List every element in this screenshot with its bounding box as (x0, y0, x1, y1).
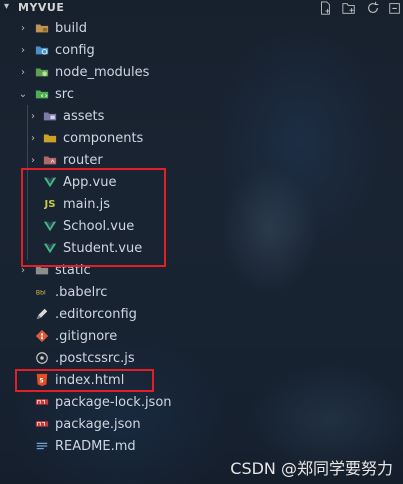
tree-item-assets[interactable]: › assets (0, 105, 403, 127)
tree-item-label: node_modules (55, 64, 150, 80)
folder-config-icon (34, 42, 50, 58)
tree-item-package-json[interactable]: package.json (0, 413, 403, 435)
chevron-right-icon[interactable]: › (27, 155, 39, 166)
explorer-header: ▾ MYVUE (0, 0, 403, 17)
chevron-down-icon[interactable]: ▾ (4, 1, 9, 12)
new-folder-icon[interactable] (341, 0, 357, 16)
tree-item-label: .editorconfig (55, 306, 137, 322)
tree-item-label: router (63, 152, 103, 168)
postcss-file-icon (34, 350, 50, 366)
folder-build-icon (34, 20, 50, 36)
tree-item-label: components (63, 130, 144, 146)
tree-item-config[interactable]: › config (0, 39, 403, 61)
chevron-right-icon[interactable]: › (17, 23, 29, 34)
npm-file-icon (34, 416, 50, 432)
tree-item-postcssrc[interactable]: .postcssrc.js (0, 347, 403, 369)
tree-item-node-modules[interactable]: › node_modules (0, 61, 403, 83)
highlight-box-index-html (15, 369, 154, 392)
tree-item-label: .postcssrc.js (55, 350, 135, 366)
tree-item-label: config (55, 42, 95, 58)
folder-src-open-icon (34, 86, 50, 102)
tree-item-label: package-lock.json (55, 394, 172, 410)
tree-item-components[interactable]: › components (0, 127, 403, 149)
tree-item-package-lock[interactable]: package-lock.json (0, 391, 403, 413)
folder-assets-icon (42, 108, 58, 124)
tree-item-build[interactable]: › build (0, 17, 403, 39)
tree-item-babelrc[interactable]: Bbl .babelrc (0, 281, 403, 303)
tree-item-label: build (55, 20, 87, 36)
highlight-box-src-files (21, 168, 166, 267)
chevron-right-icon[interactable]: › (17, 45, 29, 56)
folder-node-icon (34, 64, 50, 80)
new-file-icon[interactable] (317, 0, 333, 16)
tree-item-label: README.md (55, 438, 136, 454)
tree-item-readme[interactable]: README.md (0, 435, 403, 457)
folder-router-icon (42, 152, 58, 168)
tree-item-label: .babelrc (55, 284, 108, 300)
csdn-watermark: CSDN @郑同学要努力 (230, 459, 393, 478)
tree-item-editorconfig[interactable]: .editorconfig (0, 303, 403, 325)
tree-item-gitignore[interactable]: .gitignore (0, 325, 403, 347)
npm-file-icon (34, 394, 50, 410)
editorconfig-file-icon (34, 306, 50, 322)
chevron-right-icon[interactable]: › (27, 133, 39, 144)
tree-item-label: package.json (55, 416, 141, 432)
tree-item-src[interactable]: ⌄ src (0, 83, 403, 105)
svg-text:Bbl: Bbl (36, 290, 46, 297)
collapse-all-icon[interactable] (387, 0, 403, 16)
project-root-title[interactable]: MYVUE (18, 1, 64, 14)
markdown-file-icon (34, 438, 50, 454)
refresh-icon[interactable] (365, 0, 381, 16)
chevron-right-icon[interactable]: › (27, 111, 39, 122)
tree-item-label: assets (63, 108, 105, 124)
tree-item-label: src (55, 86, 74, 102)
tree-item-label: .gitignore (55, 328, 118, 344)
chevron-down-icon[interactable]: ⌄ (17, 89, 29, 100)
folder-components-icon (42, 130, 58, 146)
chevron-right-icon[interactable]: › (17, 67, 29, 78)
babel-file-icon: Bbl (34, 284, 50, 300)
git-file-icon (34, 328, 50, 344)
